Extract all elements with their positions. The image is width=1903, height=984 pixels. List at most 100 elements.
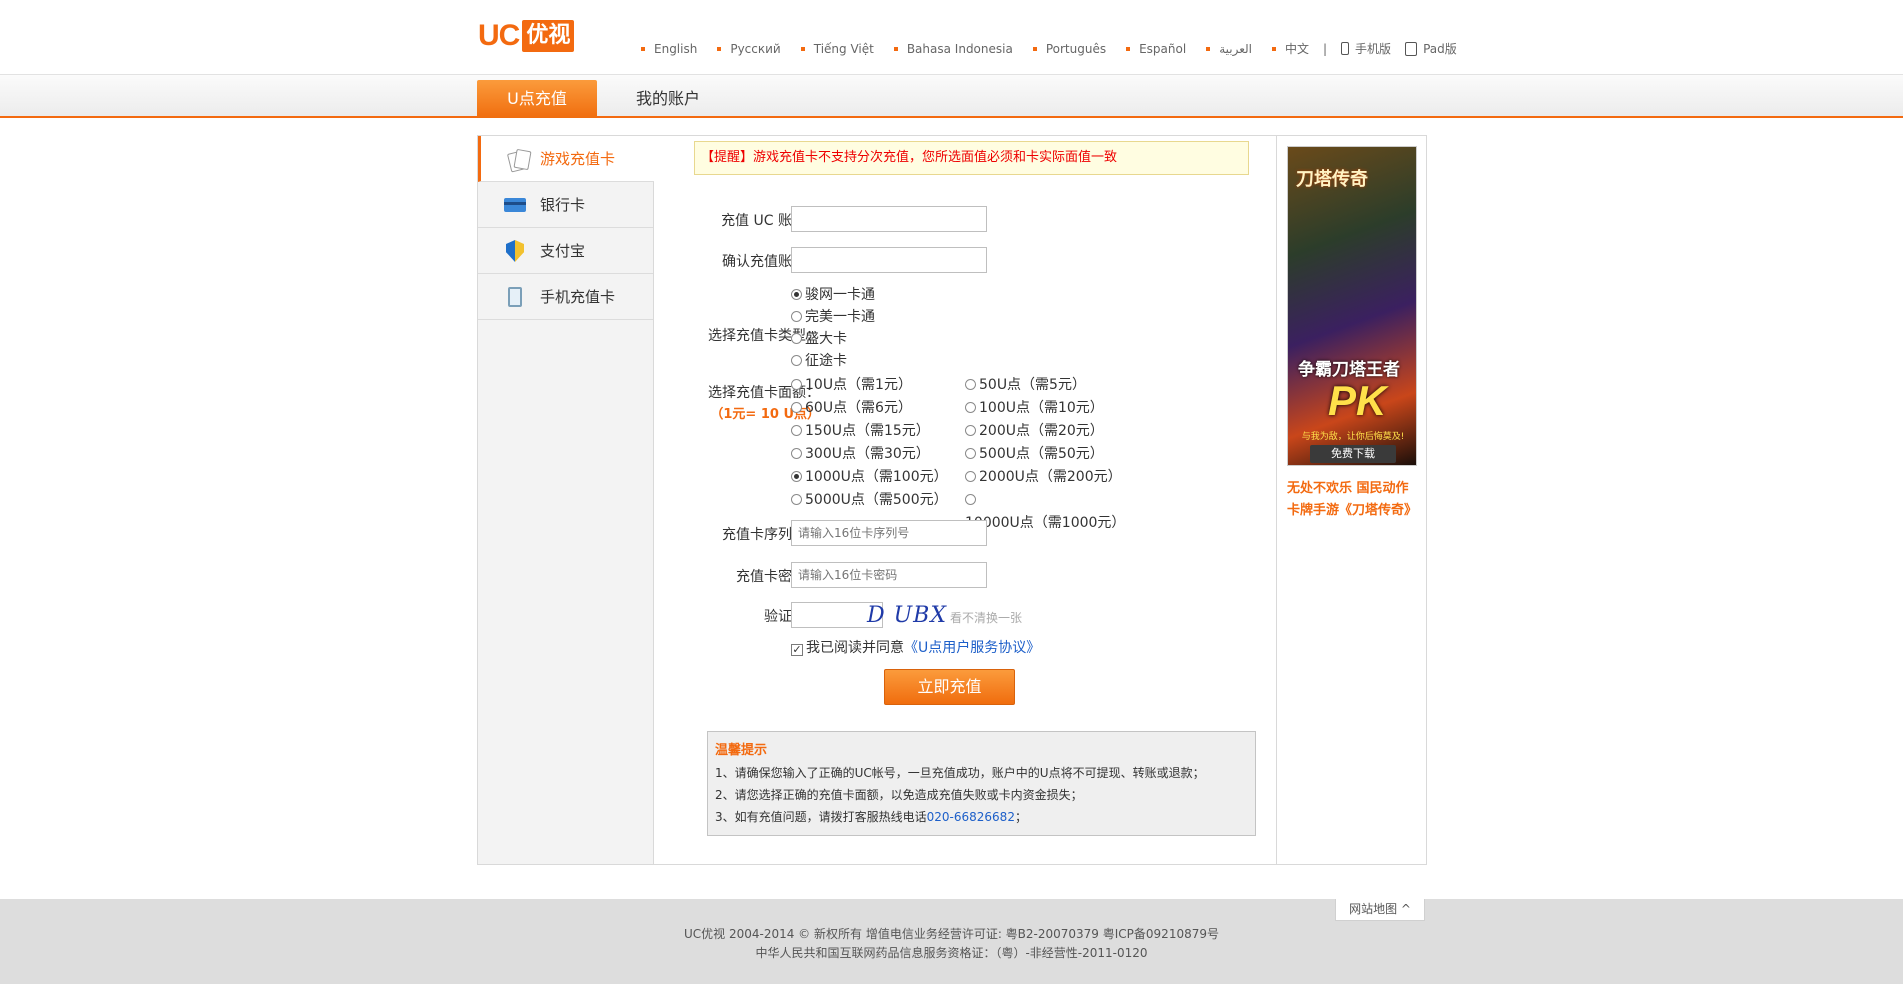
language-bar: English Русский Tiếng Việt Bahasa Indone… — [641, 40, 1471, 57]
ad-caption-link[interactable]: 无处不欢乐 国民动作卡牌手游《刀塔传奇》 — [1287, 478, 1421, 522]
alipay-shield-icon — [506, 240, 524, 262]
radio-icon[interactable] — [965, 379, 976, 390]
sidebar-item-label: 手机充值卡 — [540, 288, 616, 306]
account-input[interactable] — [791, 206, 987, 232]
radio-icon[interactable] — [791, 425, 802, 436]
denomination-text: 500U点（需50元） — [979, 446, 1104, 462]
tip-line: 3、如有充值问题，请拨打客服热线电话020-66826682； — [715, 806, 1248, 828]
pad-version-link[interactable]: Pad版 — [1405, 40, 1457, 57]
tip-line: 2、请您选择正确的充值卡面额，以免造成充值失败或卡内资金损失； — [715, 788, 1083, 802]
denomination-option[interactable]: 10000U点（需1000元） — [965, 489, 1139, 535]
ad-game-title: 刀塔传奇 — [1296, 169, 1368, 190]
main-panel: 游戏充值卡 银行卡 支付宝 手机充值卡 【提醒】游戏充值卡不支持分次充值，您所选… — [477, 135, 1427, 865]
denomination-option[interactable]: 50U点（需5元） — [965, 374, 1139, 397]
sidebar-item-alipay[interactable]: 支付宝 — [478, 228, 653, 274]
uc-logo[interactable]: UC 优视 — [478, 18, 575, 54]
footer: 网站地图 ^ UC优视 2004-2014 © 新权所有 增值电信业务经营许可证… — [0, 899, 1903, 984]
denomination-option[interactable]: 200U点（需20元） — [965, 420, 1139, 443]
phone-card-icon — [508, 287, 522, 307]
confirm-account-input[interactable] — [791, 247, 987, 273]
recharge-submit-button[interactable]: 立即充值 — [884, 669, 1015, 705]
denomination-text: 50U点（需5元） — [979, 377, 1086, 393]
sidebar-item-label: 银行卡 — [540, 196, 586, 214]
denomination-option[interactable]: 300U点（需30元） — [791, 443, 965, 466]
lang-english[interactable]: English — [641, 42, 697, 56]
tab-my-account[interactable]: 我的账户 — [620, 80, 716, 118]
card-type-option[interactable]: 骏网一卡通 — [791, 284, 875, 306]
tablet-icon — [1405, 41, 1418, 56]
denomination-option[interactable]: 150U点（需15元） — [791, 420, 965, 443]
service-agreement-link[interactable]: 《U点用户服务协议》 — [904, 640, 1040, 656]
card-type-label-text: 完美一卡通 — [805, 309, 875, 325]
bullet-icon — [641, 46, 645, 51]
card-type-option[interactable]: 盛大卡 — [791, 328, 875, 350]
recharge-form: 【提醒】游戏充值卡不支持分次充值，您所选面值必须和卡实际面值一致 充值 UC 账… — [655, 136, 1276, 864]
denomination-text: 60U点（需6元） — [805, 400, 912, 416]
lang-vietnamese[interactable]: Tiếng Việt — [800, 42, 874, 56]
radio-selected-icon[interactable] — [791, 289, 802, 300]
radio-icon[interactable] — [965, 425, 976, 436]
radio-icon[interactable] — [791, 355, 802, 366]
game-ad-banner[interactable]: 刀塔传奇 争霸刀塔王者 PK 与我为敌，让你后悔莫及! 免费下载 — [1287, 146, 1417, 466]
radio-icon[interactable] — [791, 311, 802, 322]
radio-icon[interactable] — [965, 494, 976, 505]
radio-icon[interactable] — [791, 402, 802, 413]
sitemap-button[interactable]: 网站地图 ^ — [1335, 899, 1425, 921]
sidebar-item-phone-card[interactable]: 手机充值卡 — [478, 274, 653, 320]
agree-checkbox[interactable]: ✓ — [791, 644, 803, 656]
denomination-option[interactable]: 100U点（需10元） — [965, 397, 1139, 420]
ad-pk-text: PK — [1328, 377, 1387, 424]
radio-icon[interactable] — [791, 494, 802, 505]
card-type-group: 骏网一卡通 完美一卡通 盛大卡 征途卡 — [791, 284, 875, 372]
tip-line-suffix: ； — [1014, 810, 1027, 824]
logo-yk-text: 优视 — [522, 20, 575, 52]
notice-banner: 【提醒】游戏充值卡不支持分次充值，您所选面值必须和卡实际面值一致 — [694, 141, 1249, 175]
lang-portuguese[interactable]: Português — [1032, 41, 1107, 56]
denomination-option[interactable]: 500U点（需50元） — [965, 443, 1139, 466]
sidebar-item-game-card[interactable]: 游戏充值卡 — [478, 136, 654, 182]
tip-line: 1、请确保您输入了正确的UC帐号，一旦充值成功，账户中的U点将不可提现、转账或退… — [715, 766, 1205, 780]
card-type-label-text: 骏网一卡通 — [805, 287, 875, 303]
sidebar-item-bank-card[interactable]: 银行卡 — [478, 182, 653, 228]
radio-icon[interactable] — [965, 402, 976, 413]
lang-chinese[interactable]: 中文 — [1271, 40, 1309, 57]
radio-icon[interactable] — [965, 448, 976, 459]
card-serial-input[interactable] — [791, 520, 987, 546]
lang-arabic[interactable]: العربية — [1206, 42, 1252, 56]
lang-label: Português — [1045, 41, 1107, 56]
agree-text: 我已阅读并同意 — [806, 640, 904, 656]
lang-russian[interactable]: Русский — [717, 42, 781, 56]
ad-download-button[interactable]: 免费下载 — [1310, 445, 1396, 463]
radio-icon[interactable] — [791, 448, 802, 459]
card-type-label-text: 征途卡 — [805, 353, 847, 369]
bullet-icon — [800, 46, 805, 51]
radio-icon[interactable] — [791, 333, 802, 344]
lang-label: 中文 — [1284, 42, 1309, 56]
radio-icon[interactable] — [965, 471, 976, 482]
card-type-option[interactable]: 征途卡 — [791, 350, 875, 372]
radio-icon[interactable] — [791, 379, 802, 390]
tab-u-point-recharge[interactable]: U点充值 — [477, 80, 597, 118]
ad-column: 刀塔传奇 争霸刀塔王者 PK 与我为敌，让你后悔莫及! 免费下载 无处不欢乐 国… — [1276, 136, 1426, 864]
captcha-image[interactable]: D UBX — [867, 603, 947, 628]
denomination-text: 150U点（需15元） — [805, 423, 930, 439]
card-type-label-text: 盛大卡 — [805, 331, 847, 347]
denomination-option[interactable]: 2000U点（需200元） — [965, 466, 1139, 489]
bank-card-icon — [504, 198, 526, 212]
denomination-option[interactable]: 1000U点（需100元） — [791, 466, 965, 489]
mobile-version-link[interactable]: 手机版 — [1341, 40, 1391, 57]
radio-selected-icon[interactable] — [791, 471, 802, 482]
bullet-icon — [1271, 46, 1276, 51]
denomination-option[interactable]: 10U点（需1元） — [791, 374, 965, 397]
pad-label: Pad版 — [1423, 42, 1457, 56]
denomination-text: 2000U点（需200元） — [979, 469, 1122, 485]
lang-spanish[interactable]: Español — [1126, 42, 1186, 56]
main-nav: U点充值 我的账户 — [0, 74, 1903, 118]
captcha-refresh-link[interactable]: 看不清换一张 — [950, 609, 1022, 626]
denomination-text: 10U点（需1元） — [805, 377, 912, 393]
card-password-input[interactable] — [791, 562, 987, 588]
lang-indonesian[interactable]: Bahasa Indonesia — [893, 42, 1013, 56]
denomination-option[interactable]: 60U点（需6元） — [791, 397, 965, 420]
card-type-option[interactable]: 完美一卡通 — [791, 306, 875, 328]
bullet-icon — [1126, 46, 1131, 51]
